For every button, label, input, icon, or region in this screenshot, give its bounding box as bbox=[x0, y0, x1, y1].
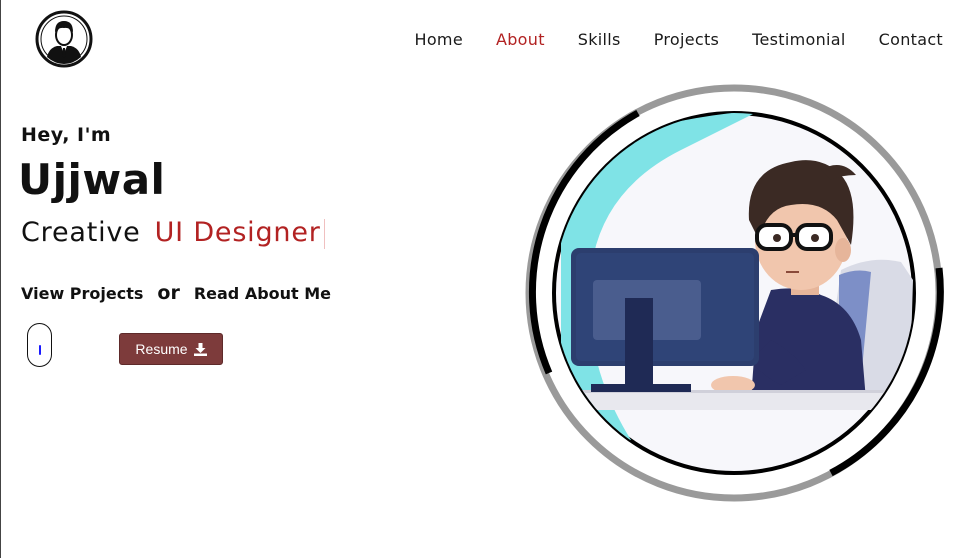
user-avatar-icon bbox=[35, 10, 93, 68]
developer-illustration bbox=[521, 80, 947, 506]
main-nav: Home About Skills Projects Testimonial C… bbox=[382, 30, 943, 49]
resume-button[interactable]: Resume bbox=[119, 333, 223, 365]
view-projects-link[interactable]: View Projects bbox=[21, 284, 143, 303]
nav-about[interactable]: About bbox=[496, 30, 545, 49]
hero-greeting: Hey, I'm bbox=[21, 124, 112, 146]
logo[interactable] bbox=[35, 10, 93, 68]
developer-at-computer-illustration bbox=[525, 84, 944, 502]
typing-cursor bbox=[323, 218, 325, 249]
resume-label: Resume bbox=[135, 341, 188, 357]
role-prefix: Creative bbox=[21, 217, 141, 248]
nav-projects[interactable]: Projects bbox=[654, 30, 719, 49]
mouse-wheel bbox=[39, 345, 41, 355]
role-typed-text: UI Designer bbox=[154, 217, 321, 248]
hero-links: View Projects or Read About Me bbox=[21, 282, 331, 304]
download-icon bbox=[193, 342, 207, 356]
read-about-link[interactable]: Read About Me bbox=[194, 284, 331, 303]
hero-role: Creative UI Designer bbox=[21, 217, 325, 249]
hero-name: Ujjwal bbox=[18, 155, 166, 204]
nav-testimonial[interactable]: Testimonial bbox=[752, 30, 845, 49]
mouse-scroll-icon[interactable] bbox=[27, 323, 52, 367]
or-separator: or bbox=[157, 282, 180, 304]
nav-skills[interactable]: Skills bbox=[578, 30, 621, 49]
nav-home[interactable]: Home bbox=[415, 30, 463, 49]
nav-contact[interactable]: Contact bbox=[879, 30, 943, 49]
